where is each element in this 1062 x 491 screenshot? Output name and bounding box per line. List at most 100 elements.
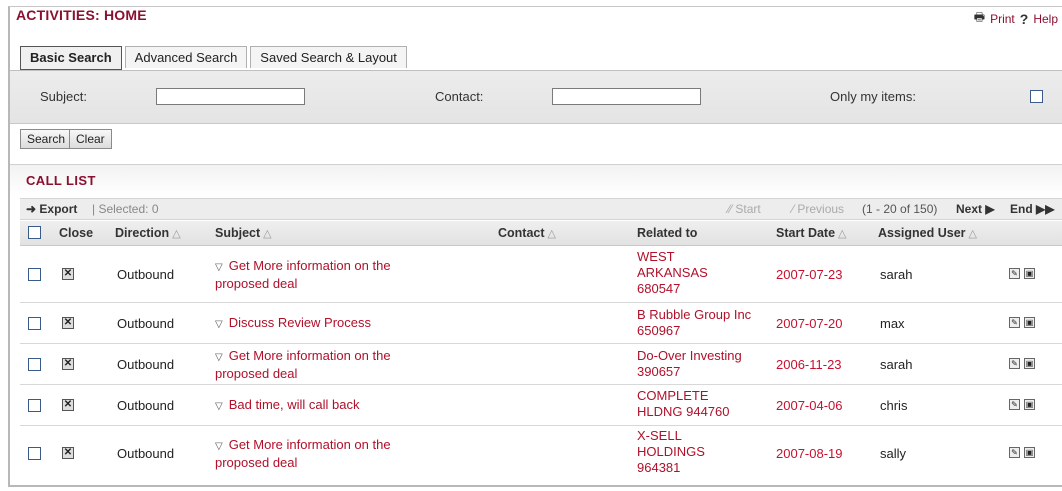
- row-subject-link[interactable]: ▽ Get More information on the proposed de…: [215, 258, 445, 292]
- view-icon[interactable]: ▣: [1024, 399, 1035, 410]
- pager-next[interactable]: Next ▶: [956, 202, 995, 216]
- col-subject[interactable]: Subject △: [215, 226, 272, 240]
- row-assigned-user: sally: [880, 446, 907, 461]
- pager-end-label: End: [1010, 202, 1033, 216]
- pager-end[interactable]: End ▶▶: [1010, 202, 1054, 216]
- row-direction: Outbound: [117, 446, 175, 461]
- row-assigned-user: sarah: [880, 357, 913, 372]
- col-assigned-user[interactable]: Assigned User △: [878, 226, 977, 240]
- sort-icon: △: [263, 228, 272, 240]
- tab-saved-search-layout[interactable]: Saved Search & Layout: [250, 46, 407, 68]
- expand-icon[interactable]: ▽: [215, 319, 223, 330]
- row-related-to[interactable]: X-SELL HOLDINGS 964381: [637, 428, 737, 476]
- search-tabs: Basic Search Advanced Search Saved Searc…: [20, 46, 410, 70]
- row-subject-link[interactable]: ▽ Get More information on the proposed de…: [215, 437, 445, 471]
- search-button[interactable]: Search: [20, 129, 73, 149]
- table-row[interactable]: ✕ Outbound ▽ Get More information on the …: [20, 246, 1062, 303]
- expand-icon[interactable]: ▽: [215, 352, 223, 363]
- end-icon: ▶▶: [1036, 202, 1055, 216]
- call-list-header: CALL LIST: [10, 164, 1062, 195]
- only-my-items-checkbox[interactable]: [1030, 90, 1043, 103]
- table-row[interactable]: ✕ Outbound ▽ Bad time, will call back COM…: [20, 385, 1062, 426]
- close-activity-icon[interactable]: ✕: [62, 399, 74, 411]
- row-start-date: 2007-07-20: [776, 316, 843, 331]
- row-checkbox[interactable]: [28, 358, 41, 371]
- expand-icon[interactable]: ▽: [215, 441, 223, 452]
- row-start-date: 2007-08-19: [776, 446, 843, 461]
- next-icon: ▶: [985, 202, 995, 216]
- pager-previous[interactable]: ⁄ Previous: [792, 202, 844, 216]
- row-related-to[interactable]: COMPLETE HLDNG 944760: [637, 388, 757, 420]
- contact-label: Contact:: [435, 89, 484, 104]
- row-checkbox[interactable]: [28, 268, 41, 281]
- row-related-to[interactable]: Do-Over Investing 390657: [637, 348, 777, 380]
- clear-button[interactable]: Clear: [69, 129, 112, 149]
- view-icon[interactable]: ▣: [1024, 447, 1035, 458]
- table-row[interactable]: ✕ Outbound ▽ Get More information on the …: [20, 344, 1062, 385]
- view-icon[interactable]: ▣: [1024, 317, 1035, 328]
- table-row[interactable]: ✕ Outbound ▽ Get More information on the …: [20, 426, 1062, 482]
- sort-icon: △: [172, 228, 181, 240]
- expand-icon[interactable]: ▽: [215, 262, 223, 273]
- call-list-title: CALL LIST: [26, 173, 96, 188]
- selected-count: | Selected: 0: [92, 202, 159, 216]
- pager-start[interactable]: ⁄⁄ Start: [728, 202, 761, 216]
- print-icon[interactable]: 🖶: [974, 8, 985, 29]
- row-start-date: 2007-07-23: [776, 267, 843, 282]
- help-link[interactable]: Help: [1033, 12, 1058, 26]
- row-subject: Get More information on the proposed dea…: [215, 348, 391, 381]
- edit-icon[interactable]: ✎: [1009, 358, 1020, 369]
- view-icon[interactable]: ▣: [1024, 268, 1035, 279]
- row-direction: Outbound: [117, 398, 175, 413]
- col-start-date-label: Start Date: [776, 226, 836, 240]
- tab-basic-search[interactable]: Basic Search: [20, 46, 122, 70]
- edit-icon[interactable]: ✎: [1009, 447, 1020, 458]
- col-contact-label: Contact: [498, 226, 545, 240]
- close-activity-icon[interactable]: ✕: [62, 358, 74, 370]
- close-activity-icon[interactable]: ✕: [62, 317, 74, 329]
- row-checkbox[interactable]: [28, 447, 41, 460]
- row-assigned-user: max: [880, 316, 905, 331]
- row-related-to[interactable]: WEST ARKANSAS 680547: [637, 249, 737, 297]
- col-direction[interactable]: Direction △: [115, 226, 181, 240]
- col-start-date[interactable]: Start Date △: [776, 226, 847, 240]
- close-activity-icon[interactable]: ✕: [62, 447, 74, 459]
- col-subject-label: Subject: [215, 226, 261, 240]
- row-assigned-user: sarah: [880, 267, 913, 282]
- pager-previous-label: Previous: [797, 202, 845, 216]
- tab-advanced-search[interactable]: Advanced Search: [124, 46, 248, 68]
- print-link[interactable]: Print: [990, 12, 1015, 26]
- edit-icon[interactable]: ✎: [1009, 399, 1020, 410]
- row-related-to[interactable]: B Rubble Group Inc 650967: [637, 307, 767, 339]
- row-assigned-user: chris: [880, 398, 908, 413]
- select-all-checkbox[interactable]: [28, 226, 41, 239]
- row-subject-link[interactable]: ▽ Bad time, will call back: [215, 397, 475, 415]
- row-subject-link[interactable]: ▽ Get More information on the proposed de…: [215, 348, 445, 382]
- help-icon[interactable]: ?: [1020, 11, 1029, 27]
- export-label: Export: [39, 202, 78, 216]
- edit-icon[interactable]: ✎: [1009, 268, 1020, 279]
- expand-icon[interactable]: ▽: [215, 401, 223, 412]
- contact-input[interactable]: [552, 88, 701, 105]
- table-row[interactable]: ✕ Outbound ▽ Discuss Review Process B Rub…: [20, 303, 1062, 344]
- sort-icon: △: [547, 228, 556, 240]
- row-direction: Outbound: [117, 267, 175, 282]
- subject-input[interactable]: [156, 88, 305, 105]
- row-checkbox[interactable]: [28, 399, 41, 412]
- row-checkbox[interactable]: [28, 317, 41, 330]
- col-contact[interactable]: Contact △: [498, 226, 556, 240]
- sort-icon: △: [838, 228, 847, 240]
- close-activity-icon[interactable]: ✕: [62, 268, 74, 280]
- view-icon[interactable]: ▣: [1024, 358, 1035, 369]
- page-title: ACTIVITIES: HOME: [16, 7, 147, 23]
- start-icon: ⁄⁄: [728, 202, 733, 216]
- subject-label: Subject:: [40, 89, 87, 104]
- pager-start-label: Start: [735, 202, 761, 216]
- print-help-bar: 🖶 Print ? Help: [974, 8, 1058, 29]
- row-subject-link[interactable]: ▽ Discuss Review Process: [215, 315, 475, 333]
- edit-icon[interactable]: ✎: [1009, 317, 1020, 328]
- export-link[interactable]: ➜ Export: [26, 202, 77, 216]
- export-arrow-icon: ➜: [26, 202, 37, 216]
- row-start-date: 2007-04-06: [776, 398, 843, 413]
- pager-range: (1 - 20 of 150): [862, 202, 938, 216]
